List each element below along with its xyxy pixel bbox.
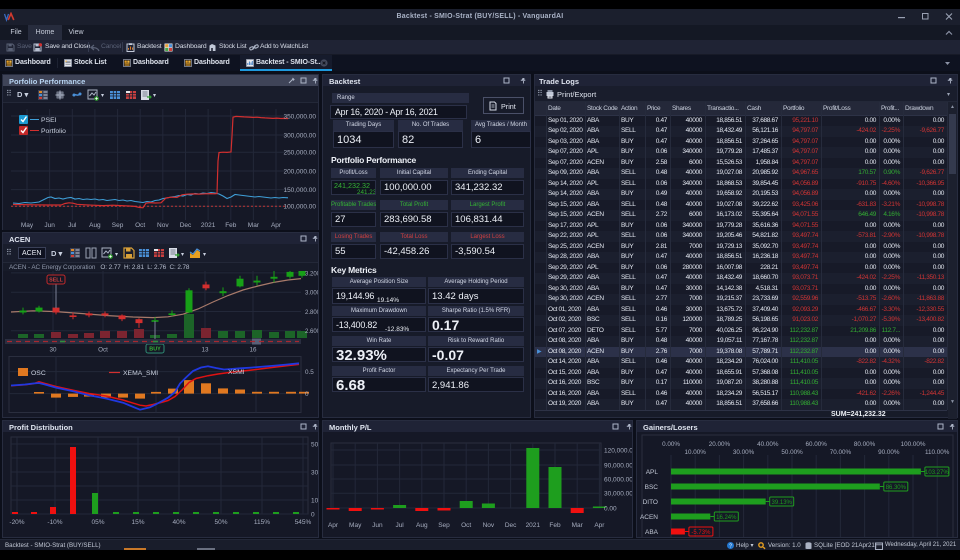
svg-text:ABA: ABA xyxy=(645,529,659,536)
svg-text:350,000.00: 350,000.00 xyxy=(283,113,316,120)
svg-text:90.00%: 90.00% xyxy=(878,449,900,456)
svg-text:Aug: Aug xyxy=(89,222,101,229)
svg-text:Apr: Apr xyxy=(271,222,282,229)
svg-text:2.600: 2.600 xyxy=(305,329,318,335)
svg-text:PSEI: PSEI xyxy=(41,117,57,124)
svg-text:OSC: OSC xyxy=(31,370,46,377)
svg-text:ACEN: ACEN xyxy=(640,514,658,521)
svg-text:-5.73%: -5.73% xyxy=(691,530,711,536)
svg-text:Sep: Sep xyxy=(438,522,450,529)
svg-text:100,000.00: 100,000.00 xyxy=(283,204,316,211)
svg-text:30: 30 xyxy=(311,469,318,476)
svg-text:86.30%: 86.30% xyxy=(886,485,907,491)
svg-text:115%: 115% xyxy=(254,519,270,526)
svg-text:Jul: Jul xyxy=(68,222,77,229)
svg-text:150,000.00: 150,000.00 xyxy=(283,187,316,194)
svg-text:545%: 545% xyxy=(295,519,312,526)
svg-text:80.00%: 80.00% xyxy=(854,441,876,448)
svg-text:Dec: Dec xyxy=(505,522,517,529)
svg-text:300,000.00: 300,000.00 xyxy=(283,132,316,139)
svg-text:30: 30 xyxy=(49,347,57,354)
svg-text:Oct: Oct xyxy=(98,347,108,354)
svg-text:Apr: Apr xyxy=(594,522,605,529)
svg-text:3.000: 3.000 xyxy=(305,291,318,297)
svg-text:30,000.00: 30,000.00 xyxy=(604,491,632,498)
svg-text:120,000.0...: 120,000.0... xyxy=(604,447,632,454)
svg-text:Oct: Oct xyxy=(461,522,471,529)
svg-text:39.13%: 39.13% xyxy=(772,500,793,506)
svg-text:SELL: SELL xyxy=(49,278,63,284)
svg-text:Portfolio: Portfolio xyxy=(41,128,66,135)
svg-text:90,000.00: 90,000.00 xyxy=(604,462,632,469)
svg-text:16: 16 xyxy=(249,347,257,354)
svg-text:Mar: Mar xyxy=(572,522,584,529)
svg-text:200,000.00: 200,000.00 xyxy=(283,168,316,175)
svg-text:-10%: -10% xyxy=(47,519,62,526)
svg-text:0: 0 xyxy=(305,391,309,398)
svg-text:20.00%: 20.00% xyxy=(709,441,731,448)
svg-text:05%: 05% xyxy=(91,519,104,526)
svg-text:3.200: 3.200 xyxy=(305,271,318,277)
svg-text:XSMI: XSMI xyxy=(228,369,245,376)
svg-text:40%: 40% xyxy=(172,519,185,526)
svg-text:2.800: 2.800 xyxy=(305,310,318,316)
svg-text:BUY: BUY xyxy=(149,347,161,353)
svg-text:10: 10 xyxy=(311,497,318,504)
svg-text:70.00%: 70.00% xyxy=(830,449,852,456)
svg-text:May: May xyxy=(21,222,34,229)
svg-text:May: May xyxy=(349,522,362,529)
svg-text:0: 0 xyxy=(311,511,315,518)
svg-text:13: 13 xyxy=(201,347,209,354)
svg-text:-20%: -20% xyxy=(9,519,24,526)
svg-text:Nov: Nov xyxy=(483,522,495,529)
svg-text:110.00%: 110.00% xyxy=(925,449,950,456)
svg-text:Mar: Mar xyxy=(248,222,260,229)
svg-text:Jul: Jul xyxy=(395,522,404,529)
svg-text:2021: 2021 xyxy=(526,522,541,529)
svg-text:DITO: DITO xyxy=(643,499,658,506)
svg-text:?: ? xyxy=(729,544,732,550)
svg-text:2021: 2021 xyxy=(201,222,216,229)
svg-text:Feb: Feb xyxy=(549,522,561,529)
svg-text:Nov: Nov xyxy=(157,222,169,229)
svg-text:0.00%: 0.00% xyxy=(662,441,680,448)
svg-text:250,000.00: 250,000.00 xyxy=(283,150,316,157)
svg-text:10.00%: 10.00% xyxy=(685,449,707,456)
svg-text:15%: 15% xyxy=(131,519,144,526)
svg-text:50: 50 xyxy=(311,441,318,448)
svg-text:APL: APL xyxy=(646,469,659,476)
svg-text:Aug: Aug xyxy=(416,522,428,529)
svg-text:100.00%: 100.00% xyxy=(901,441,926,448)
svg-text:0.5: 0.5 xyxy=(305,369,314,376)
svg-text:60.00%: 60.00% xyxy=(806,441,828,448)
svg-text:60,000.00: 60,000.00 xyxy=(604,476,632,483)
svg-text:Oct: Oct xyxy=(135,222,145,229)
svg-text:BSC: BSC xyxy=(645,484,659,491)
svg-text:Dec: Dec xyxy=(180,222,192,229)
svg-text:XEMA_SMI: XEMA_SMI xyxy=(123,370,158,377)
svg-text:Sep: Sep xyxy=(112,222,124,229)
svg-text:Jun: Jun xyxy=(372,522,383,529)
svg-text:103.27%: 103.27% xyxy=(925,470,949,476)
svg-text:0.00: 0.00 xyxy=(604,505,617,512)
svg-text:50%: 50% xyxy=(214,519,227,526)
svg-text:16.24%: 16.24% xyxy=(716,515,737,521)
svg-text:40.00%: 40.00% xyxy=(757,441,779,448)
svg-text:Jun: Jun xyxy=(44,222,55,229)
svg-text:Apr: Apr xyxy=(328,522,339,529)
svg-text:Feb: Feb xyxy=(225,222,237,229)
svg-text:50.00%: 50.00% xyxy=(781,449,803,456)
svg-text:30.00%: 30.00% xyxy=(733,449,755,456)
